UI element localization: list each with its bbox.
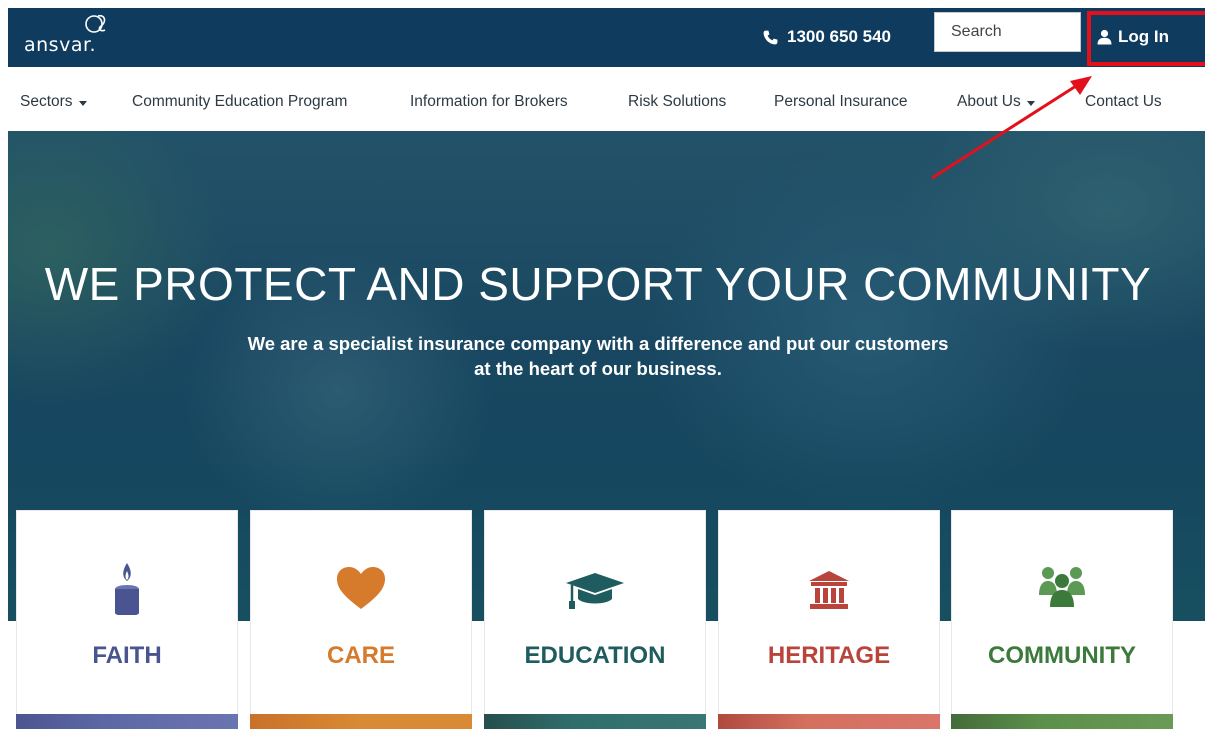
nav-label: Sectors: [20, 93, 73, 110]
nav-item-sectors[interactable]: Sectors: [20, 93, 87, 111]
sector-label: COMMUNITY: [988, 642, 1136, 669]
sector-bar-community: [951, 714, 1173, 729]
nav-label: Community Education Program: [132, 93, 348, 110]
sector-card-education[interactable]: EDUCATION: [484, 510, 706, 715]
nav-item-community-education-program[interactable]: Community Education Program: [132, 93, 347, 111]
page: ansvar. 1300 650 540 Search Log In Secto…: [0, 0, 1205, 729]
top-bar: ansvar. 1300 650 540 Search Log In: [8, 8, 1205, 67]
nav-label: Information for Brokers: [410, 93, 568, 110]
sector-label: FAITH: [92, 642, 162, 669]
logo-text: ansvar.: [24, 34, 97, 56]
sector-card-faith[interactable]: FAITH: [16, 510, 238, 715]
candle-icon: [115, 563, 139, 615]
sector-card-heritage[interactable]: HERITAGE: [718, 510, 940, 715]
hero-subtitle: We are a specialist insurance company wi…: [247, 333, 949, 379]
sector-bar-faith: [16, 714, 238, 729]
sector-label: HERITAGE: [767, 642, 891, 669]
sector-card-care[interactable]: CARE: [250, 510, 472, 715]
phone-icon: [763, 30, 778, 44]
sector-bar-care: [250, 714, 472, 729]
phone-link[interactable]: 1300 650 540: [762, 27, 891, 47]
nav-label: Personal Insurance: [774, 93, 908, 110]
sector-bar-heritage: [718, 714, 940, 729]
nav-item-risk-solutions[interactable]: Risk Solutions: [628, 93, 726, 111]
heart-icon: [337, 567, 385, 609]
login-button[interactable]: Log In: [1088, 8, 1205, 66]
sector-card-community[interactable]: COMMUNITY: [951, 510, 1173, 715]
login-label: Log In: [1118, 27, 1169, 46]
graduation-cap-icon: [566, 573, 624, 609]
nav-item-personal-insurance[interactable]: Personal Insurance: [774, 93, 908, 111]
search-placeholder: Search: [951, 23, 1002, 40]
museum-icon: [809, 571, 849, 609]
nav-label: Risk Solutions: [628, 93, 727, 110]
sector-label: CARE: [326, 642, 395, 669]
phone-number: 1300 650 540: [787, 27, 891, 46]
user-icon: [1097, 29, 1112, 45]
search-input[interactable]: Search: [934, 12, 1081, 52]
logo-mark-icon: [85, 14, 106, 33]
annotation-arrow-icon: [931, 76, 1092, 180]
caret-down-icon: [78, 100, 87, 106]
people-icon: [1039, 567, 1085, 607]
sector-label: EDUCATION: [524, 642, 666, 669]
hero-title: WE PROTECT AND SUPPORT YOUR COMMUNITY: [44, 258, 1152, 310]
nav-item-information-for-brokers[interactable]: Information for Brokers: [410, 93, 568, 111]
sector-bar-education: [484, 714, 706, 729]
